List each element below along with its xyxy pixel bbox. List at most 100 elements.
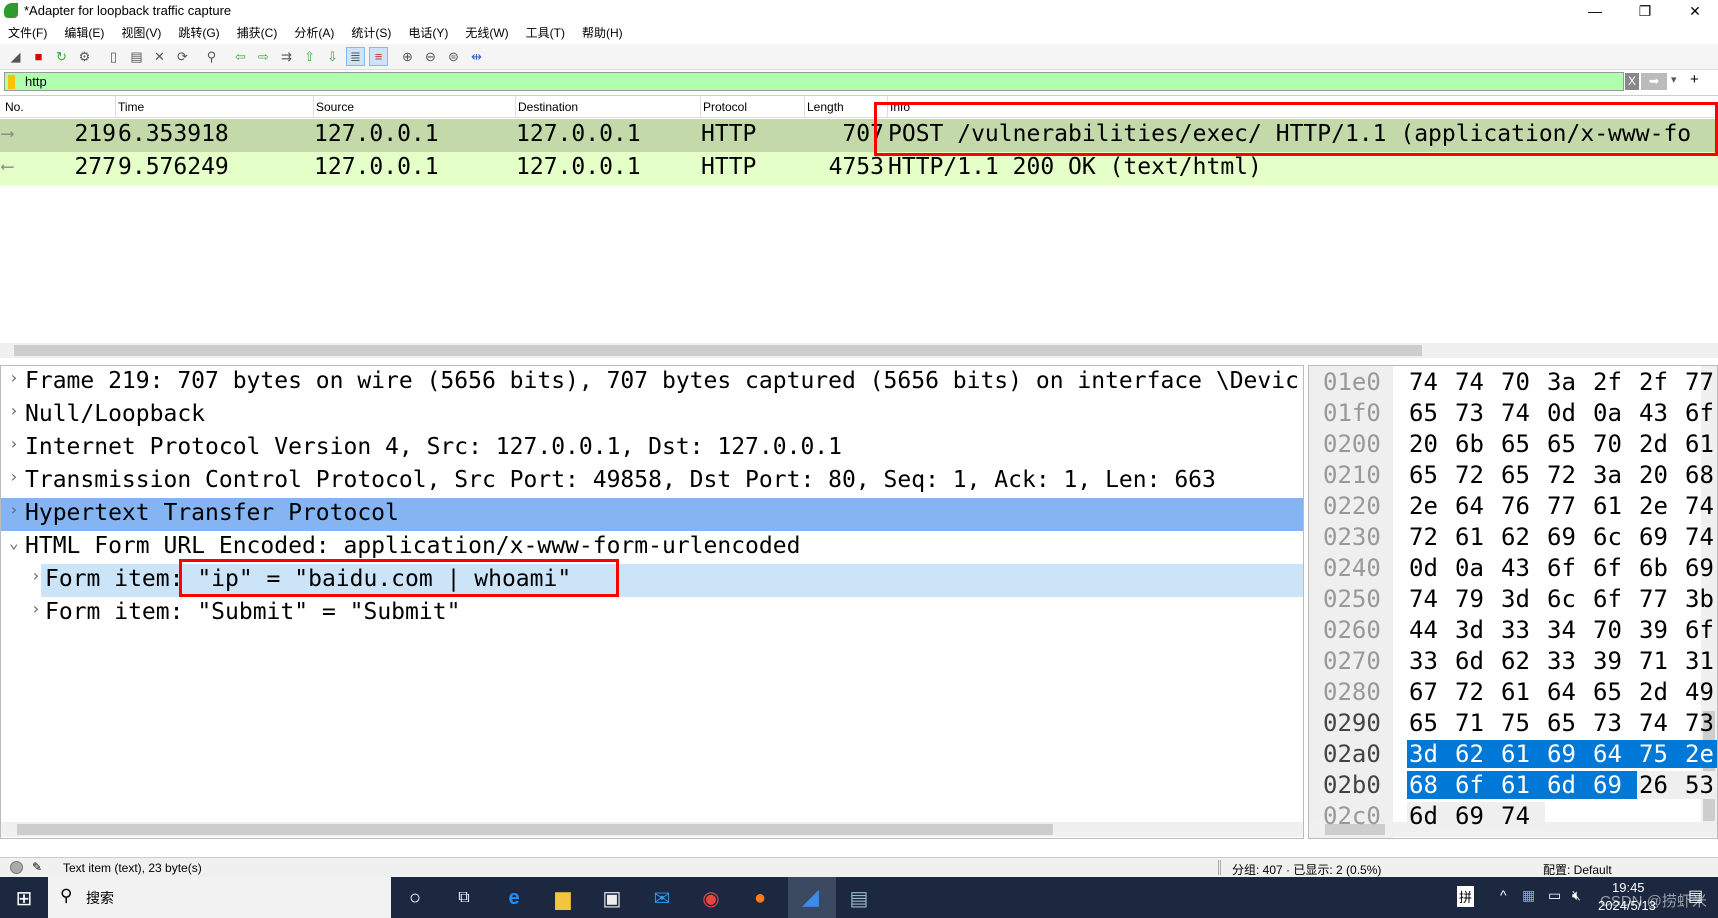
packet-list-hscrollbar[interactable]: [0, 343, 1718, 358]
hex-byte[interactable]: 75: [1637, 740, 1683, 768]
detail-row[interactable]: › Null/Loopback: [1, 399, 1303, 432]
hex-byte[interactable]: 6f: [1683, 399, 1717, 427]
hex-byte[interactable]: 53: [1683, 771, 1717, 799]
forward-icon[interactable]: ⇨: [254, 47, 273, 66]
goto-icon[interactable]: ⇉: [277, 47, 296, 66]
menu-item[interactable]: 编辑(E): [64, 22, 104, 44]
hex-byte[interactable]: 0a: [1591, 399, 1637, 427]
save-icon[interactable]: ▤: [127, 47, 146, 66]
hex-byte[interactable]: 2e: [1407, 492, 1453, 520]
back-icon[interactable]: ⇦: [231, 47, 250, 66]
menu-item[interactable]: 捕获(C): [237, 22, 278, 44]
expert-info-icon[interactable]: [10, 861, 23, 874]
menu-item[interactable]: 文件(F): [8, 22, 47, 44]
hex-byte[interactable]: 6f: [1591, 554, 1637, 582]
taskbar-search[interactable]: ⚲ 搜索: [48, 877, 391, 918]
hex-byte[interactable]: 73: [1453, 399, 1499, 427]
hex-byte[interactable]: 74: [1407, 368, 1453, 396]
hex-byte[interactable]: 0a: [1453, 554, 1499, 582]
menu-item[interactable]: 工具(T): [526, 22, 565, 44]
hex-byte[interactable]: 73: [1683, 709, 1717, 737]
hex-byte[interactable]: 69: [1683, 554, 1717, 582]
detail-row[interactable]: › Transmission Control Protocol, Src Port…: [1, 465, 1303, 498]
zoom-in-icon[interactable]: ⊕: [398, 47, 417, 66]
packet-row[interactable]: ⟵ 277 9.576249 127.0.0.1 127.0.0.1 HTTP 4753 HT…: [0, 152, 1718, 185]
mail-icon[interactable]: ✉: [648, 885, 676, 911]
hex-byte[interactable]: 3a: [1545, 368, 1591, 396]
hex-byte[interactable]: 3d: [1499, 585, 1545, 613]
hex-byte[interactable]: 65: [1545, 709, 1591, 737]
column-header-destination[interactable]: Destination: [518, 100, 578, 114]
hex-byte[interactable]: 64: [1591, 740, 1637, 768]
hex-byte[interactable]: 65: [1591, 678, 1637, 706]
windows-start-icon[interactable]: ⊞: [10, 885, 38, 911]
detail-row[interactable]: › Form item: "Submit" = "Submit": [1, 597, 1303, 630]
network-status-icon[interactable]: ▭: [1548, 887, 1561, 904]
hex-byte[interactable]: 68: [1683, 461, 1717, 489]
hex-byte[interactable]: 65: [1499, 461, 1545, 489]
hex-byte[interactable]: 62: [1453, 740, 1499, 768]
restart-icon[interactable]: ↻: [52, 47, 71, 66]
shark-fin-icon[interactable]: ◢: [6, 47, 25, 66]
filter-history-dropdown[interactable]: ▾: [1671, 73, 1677, 86]
expand-arrow-icon[interactable]: ›: [9, 434, 19, 453]
hex-byte[interactable]: 6f: [1545, 554, 1591, 582]
close-button[interactable]: ✕: [1672, 0, 1718, 22]
details-hscrollbar[interactable]: [1, 822, 1303, 837]
close-file-icon[interactable]: ✕: [150, 47, 169, 66]
stop-icon[interactable]: ■: [29, 47, 48, 66]
hex-byte[interactable]: 3d: [1453, 616, 1499, 644]
hex-byte[interactable]: 6b: [1637, 554, 1683, 582]
hex-byte[interactable]: 61: [1453, 523, 1499, 551]
find-icon[interactable]: ⚲: [202, 47, 221, 66]
hex-byte[interactable]: 65: [1407, 461, 1453, 489]
menu-item[interactable]: 电话(Y): [408, 22, 448, 44]
detail-row[interactable]: › Hypertext Transfer Protocol: [1, 498, 1303, 531]
hex-byte[interactable]: 62: [1499, 523, 1545, 551]
network-app-icon[interactable]: ▤: [845, 885, 873, 911]
hex-byte[interactable]: 3a: [1591, 461, 1637, 489]
edit-comment-icon[interactable]: ✎: [32, 860, 42, 874]
menu-item[interactable]: 视图(V): [121, 22, 161, 44]
hex-byte[interactable]: 39: [1637, 616, 1683, 644]
hex-byte[interactable]: 3b: [1683, 585, 1717, 613]
bookmark-icon[interactable]: [8, 75, 15, 89]
display-filter-bar[interactable]: http X ➡ ▾: [4, 72, 1677, 91]
expand-arrow-icon[interactable]: ›: [9, 401, 19, 420]
volume-muted-icon[interactable]: 🔇︎: [1572, 887, 1581, 904]
hex-byte[interactable]: 2f: [1591, 368, 1637, 396]
hex-byte[interactable]: 6f: [1683, 616, 1717, 644]
expand-arrow-icon[interactable]: ›: [9, 467, 19, 486]
hex-byte[interactable]: 74: [1499, 399, 1545, 427]
open-icon[interactable]: ▯: [104, 47, 123, 66]
chrome-icon[interactable]: ◉: [697, 885, 725, 911]
hex-byte[interactable]: 72: [1545, 461, 1591, 489]
column-header-length[interactable]: Length: [807, 100, 844, 114]
hex-byte[interactable]: 0d: [1545, 399, 1591, 427]
hex-byte[interactable]: 69: [1545, 523, 1591, 551]
hex-byte[interactable]: 77: [1545, 492, 1591, 520]
hex-byte[interactable]: 34: [1545, 616, 1591, 644]
hex-byte[interactable]: 64: [1545, 678, 1591, 706]
hex-byte[interactable]: 67: [1407, 678, 1453, 706]
hex-byte[interactable]: 74: [1499, 802, 1545, 830]
hex-byte[interactable]: 61: [1591, 492, 1637, 520]
ime-indicator[interactable]: 拼: [1457, 886, 1475, 907]
hex-byte[interactable]: 74: [1637, 709, 1683, 737]
hex-byte[interactable]: 33: [1499, 616, 1545, 644]
hex-byte[interactable]: 6c: [1591, 523, 1637, 551]
show-hidden-icons[interactable]: ^: [1500, 887, 1507, 903]
menu-item[interactable]: 跳转(G): [178, 22, 219, 44]
expand-arrow-icon[interactable]: ›: [9, 500, 19, 519]
menu-item[interactable]: 无线(W): [465, 22, 508, 44]
hex-byte[interactable]: 61: [1683, 430, 1717, 458]
column-header-protocol[interactable]: Protocol: [703, 100, 747, 114]
last-icon[interactable]: ⇩: [323, 47, 342, 66]
hex-byte[interactable]: 6f: [1453, 771, 1499, 799]
hex-byte[interactable]: 20: [1637, 461, 1683, 489]
expand-arrow-icon[interactable]: ›: [31, 599, 41, 618]
hex-byte[interactable]: 39: [1591, 647, 1637, 675]
hex-byte[interactable]: 71: [1637, 647, 1683, 675]
hex-byte[interactable]: 65: [1407, 399, 1453, 427]
first-icon[interactable]: ⇧: [300, 47, 319, 66]
